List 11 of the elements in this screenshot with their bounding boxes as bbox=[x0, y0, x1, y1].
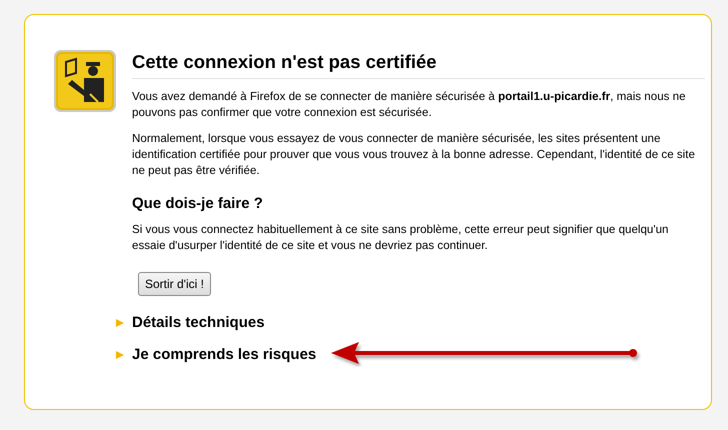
expand-triangle-icon[interactable] bbox=[116, 318, 124, 326]
expander-link[interactable]: Détails techniques bbox=[132, 314, 265, 331]
expand-triangle-icon[interactable] bbox=[116, 350, 124, 358]
expander-link[interactable]: Je comprends les risques bbox=[132, 346, 316, 363]
page-title: Cette connexion n'est pas certifiée bbox=[132, 51, 705, 79]
paragraph: Si vous vous connectez habituellement à ce site sans problème, cette erreur peut signifier que quelqu'un essaie d'usurper l'identité de ce site et vous ne devriez pas continuer. bbox=[132, 222, 670, 254]
paragraph: Normalement, lorsque vous essayez de vous connecter de manière sécurisée, les sites présentent une identification certifiée pour prouver que vous vous trouvez à la bonne adresse. Cependant, l'identité de ce site ne peut pas être vérifiée. bbox=[132, 131, 696, 179]
section-heading: Que dois-je faire ? bbox=[132, 195, 264, 212]
paragraph: Vous avez demandé à Firefox de se connecter de manière sécurisée à portail1.u-picardie.fr, mais nous ne pouvons pas confirmer que votre connexion est sécurisée. bbox=[132, 89, 687, 121]
officer-icon bbox=[54, 50, 116, 112]
exit-button[interactable]: Sortir d'ici ! bbox=[138, 272, 211, 296]
